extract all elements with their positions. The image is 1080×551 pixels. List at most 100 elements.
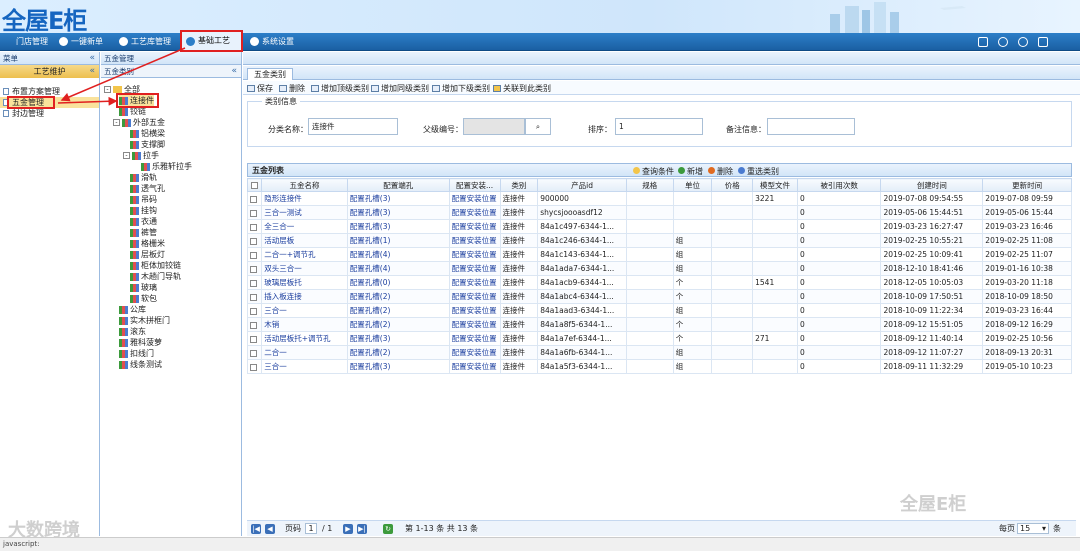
delete-button[interactable]: 删除	[279, 83, 305, 94]
row-checkbox[interactable]	[246, 331, 263, 346]
checkbox-icon[interactable]	[250, 251, 257, 259]
table-cell-link[interactable]: 配置孔槽(0)	[346, 275, 450, 290]
table-cell-link[interactable]: 活动层板托+调节孔	[261, 331, 348, 346]
add-top-category-button[interactable]: 增加顶级类别	[311, 83, 369, 94]
table-cell-link[interactable]: 配置安装位置	[448, 275, 501, 290]
column-header[interactable]: 产品id	[537, 178, 627, 192]
checkbox-icon[interactable]	[250, 363, 257, 371]
table-cell-link[interactable]: 配置孔槽(2)	[346, 289, 450, 304]
parent-input[interactable]	[463, 118, 525, 135]
row-checkbox[interactable]	[246, 219, 263, 234]
table-row[interactable]: 插入板连接 配置孔槽(2) 配置安装位置 连接件 84a1abc4-6344-1... 个…	[246, 289, 1072, 304]
first-page-icon[interactable]: |◀	[251, 524, 261, 534]
table-cell-link[interactable]: 配置安装位置	[448, 219, 501, 234]
column-header[interactable]: 配置端孔	[346, 178, 450, 192]
table-cell-link[interactable]: 配置孔槽(3)	[346, 191, 450, 206]
table-cell-link[interactable]: 配置安装位置	[448, 303, 501, 318]
table-row[interactable]: 三合一测试 配置孔槽(3) 配置安装位置 连接件 shycsjoooasdf12 0 201…	[246, 205, 1072, 220]
checkbox-icon[interactable]	[250, 349, 257, 357]
table-row[interactable]: 活动层板 配置孔槽(1) 配置安装位置 连接件 84a1c246-6344-1... 组 0…	[246, 233, 1072, 248]
column-header[interactable]: 模型文件	[752, 178, 798, 192]
column-header[interactable]: 规格	[625, 178, 674, 192]
table-cell-link[interactable]: 三合一	[261, 359, 348, 374]
column-header[interactable]: 单位	[672, 178, 713, 192]
table-cell-link[interactable]: 配置安装位置	[448, 289, 501, 304]
query-button[interactable]: 查询条件	[633, 165, 674, 178]
table-cell-link[interactable]: 活动层板	[261, 233, 348, 248]
row-checkbox[interactable]	[246, 247, 263, 262]
table-cell-link[interactable]: 二合一+调节孔	[261, 247, 348, 262]
reselect-category-button[interactable]: 重选类别	[738, 165, 779, 178]
column-header[interactable]: 类别	[499, 178, 539, 192]
table-cell-link[interactable]: 配置孔槽(4)	[346, 247, 450, 262]
table-cell-link[interactable]: 木销	[261, 317, 348, 332]
checkbox-icon[interactable]	[250, 335, 257, 343]
row-checkbox[interactable]	[246, 317, 263, 332]
table-cell-link[interactable]: 玻璃层板托	[261, 275, 348, 290]
table-cell-link[interactable]: 配置安装位置	[448, 331, 501, 346]
save-button[interactable]: 保存	[247, 83, 273, 94]
checkbox-icon[interactable]	[251, 182, 259, 189]
checkbox-icon[interactable]	[250, 209, 257, 217]
table-cell-link[interactable]: 配置孔槽(2)	[346, 317, 450, 332]
table-row[interactable]: 三合一 配置孔槽(3) 配置安装位置 连接件 84a1a5f3-6344-1... 组 0 2…	[246, 359, 1072, 374]
link-category-button[interactable]: 关联到此类别	[493, 83, 551, 94]
table-cell-link[interactable]: 配置孔槽(3)	[346, 219, 450, 234]
table-cell-link[interactable]: 配置安装位置	[448, 317, 501, 332]
checkbox-icon[interactable]	[250, 265, 257, 273]
table-cell-link[interactable]: 全三合一	[261, 219, 348, 234]
checkbox-icon[interactable]	[250, 321, 257, 329]
search-button[interactable]: ⌕	[525, 118, 551, 135]
table-cell-link[interactable]: 三合一	[261, 303, 348, 318]
add-sibling-category-button[interactable]: 增加同级类别	[371, 83, 429, 94]
column-header[interactable]: 更新时间	[982, 178, 1072, 192]
remark-textarea[interactable]	[767, 118, 855, 135]
table-cell-link[interactable]: 配置孔槽(2)	[346, 303, 450, 318]
table-row[interactable]: 二合一 配置孔槽(2) 配置安装位置 连接件 84a1a6fb-6344-1... 组 0 2…	[246, 345, 1072, 360]
row-checkbox[interactable]	[246, 345, 263, 360]
next-page-icon[interactable]: ▶	[343, 524, 353, 534]
checkbox-icon[interactable]	[250, 293, 257, 301]
table-cell-link[interactable]: 配置孔槽(1)	[346, 233, 450, 248]
column-header[interactable]: 配置安装...	[448, 178, 501, 192]
table-cell-link[interactable]: 二合一	[261, 345, 348, 360]
row-checkbox[interactable]	[246, 275, 263, 290]
page-input[interactable]: 1	[305, 523, 317, 534]
row-checkbox[interactable]	[246, 359, 263, 374]
checkbox-icon[interactable]	[250, 223, 257, 231]
table-cell-link[interactable]: 配置安装位置	[448, 191, 501, 206]
column-header[interactable]: 五金名称	[261, 178, 348, 192]
table-cell-link[interactable]: 配置安装位置	[448, 233, 501, 248]
table-cell-link[interactable]: 双头三合一	[261, 261, 348, 276]
row-checkbox[interactable]	[246, 233, 263, 248]
table-row[interactable]: 玻璃层板托 配置孔槽(0) 配置安装位置 连接件 84a1acb9-6344-1... 个…	[246, 275, 1072, 290]
table-cell-link[interactable]: 配置安装位置	[448, 247, 501, 262]
table-row[interactable]: 木销 配置孔槽(2) 配置安装位置 连接件 84a1a8f5-6344-1... 个 0 20…	[246, 317, 1072, 332]
table-row[interactable]: 双头三合一 配置孔槽(4) 配置安装位置 连接件 84a1ada7-6344-1... 组…	[246, 261, 1072, 276]
column-header[interactable]: 创建时间	[880, 178, 984, 192]
table-cell-link[interactable]: 配置孔槽(3)	[346, 359, 450, 374]
table-cell-link[interactable]: 配置孔槽(2)	[346, 345, 450, 360]
name-input[interactable]: 连接件	[308, 118, 398, 135]
table-row[interactable]: 全三合一 配置孔槽(3) 配置安装位置 连接件 84a1c497-6344-1... 0 2…	[246, 219, 1072, 234]
prev-page-icon[interactable]: ◀	[265, 524, 275, 534]
select-all-checkbox[interactable]	[246, 178, 263, 192]
refresh-icon[interactable]: ↻	[383, 524, 393, 534]
row-checkbox[interactable]	[246, 191, 263, 206]
add-button[interactable]: 新增	[678, 165, 703, 178]
row-checkbox[interactable]	[246, 289, 263, 304]
table-cell-link[interactable]: 配置安装位置	[448, 261, 501, 276]
row-checkbox[interactable]	[246, 303, 263, 318]
per-page-select[interactable]: 15 ▾	[1017, 523, 1049, 534]
last-page-icon[interactable]: ▶|	[357, 524, 367, 534]
table-row[interactable]: 二合一+调节孔 配置孔槽(4) 配置安装位置 连接件 84a1c143-6344-1..…	[246, 247, 1072, 262]
checkbox-icon[interactable]	[250, 279, 257, 287]
table-cell-link[interactable]: 配置安装位置	[448, 359, 501, 374]
table-row[interactable]: 三合一 配置孔槽(2) 配置安装位置 连接件 84a1aad3-6344-1... 组 0 2…	[246, 303, 1072, 318]
table-cell-link[interactable]: 配置孔槽(4)	[346, 261, 450, 276]
delete-row-button[interactable]: 删除	[708, 165, 733, 178]
table-cell-link[interactable]: 配置孔槽(3)	[346, 205, 450, 220]
table-row[interactable]: 活动层板托+调节孔 配置孔槽(3) 配置安装位置 连接件 84a1a7ef-6344-1…	[246, 331, 1072, 346]
row-checkbox[interactable]	[246, 205, 263, 220]
row-checkbox[interactable]	[246, 261, 263, 276]
